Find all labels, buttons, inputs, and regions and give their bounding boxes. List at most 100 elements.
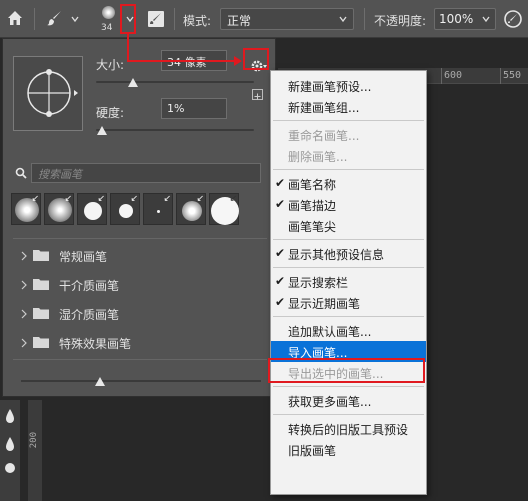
ruler-label: 550 xyxy=(503,70,522,81)
menu-item[interactable]: ✔ 显示其他预设信息 xyxy=(271,243,426,264)
divider xyxy=(364,8,365,30)
hardness-label: 硬度: xyxy=(96,106,125,120)
vertical-ruler: 200 xyxy=(28,400,42,501)
brush-preset-picker[interactable]: 34 xyxy=(97,2,121,36)
menu-item[interactable]: 转换后的旧版工具预设 xyxy=(271,418,426,439)
recent-brush[interactable]: ↙ xyxy=(11,193,41,225)
blur-tool-icon[interactable] xyxy=(3,408,17,427)
brush-size-readout: 34 xyxy=(101,23,113,33)
size-slider[interactable] xyxy=(96,78,254,87)
mode-label: 模式: xyxy=(183,14,212,28)
menu-item-label: 转换后的旧版工具预设 xyxy=(288,423,409,437)
chevron-right-icon[interactable] xyxy=(20,337,28,348)
menu-item[interactable]: ✔ 画笔名称 xyxy=(271,173,426,194)
menu-item-label: 重命名画笔... xyxy=(288,129,360,143)
folder-row[interactable]: 湿介质画笔 xyxy=(13,299,267,328)
chevron-right-icon[interactable] xyxy=(20,279,28,290)
menu-item-label: 画笔笔尖 xyxy=(288,220,337,234)
menu-separator xyxy=(273,316,424,317)
check-icon: ✔ xyxy=(275,197,286,211)
opacity-field[interactable]: 100% xyxy=(434,8,496,30)
brush-preset-panel: 大小: 34 像素 硬度: 1% 搜索画笔 ↙ ↙ ↙ ↙ ↙ ↙ ↙ 常规画笔… xyxy=(2,38,276,397)
ruler-label: 600 xyxy=(444,70,463,81)
sponge-tool-icon[interactable] xyxy=(4,462,16,477)
mode-select[interactable]: 正常 xyxy=(220,8,354,30)
folder-row[interactable]: 常规画笔 xyxy=(13,241,267,270)
size-label: 大小: xyxy=(96,58,125,72)
dodge-tool-icon[interactable] xyxy=(3,436,17,455)
brush-panel-menu: 新建画笔预设... 新建画笔组... 重命名画笔... 删除画笔... ✔ 画笔名称 ✔ 画笔… xyxy=(270,70,427,495)
divider xyxy=(174,8,175,30)
hardness-field[interactable]: 1% xyxy=(161,98,227,119)
annotation-highlight-chevron xyxy=(120,4,136,34)
chevron-right-icon[interactable] xyxy=(20,250,28,261)
menu-item-label: 新建画笔预设... xyxy=(288,80,372,94)
thumbnail-size-thumb[interactable] xyxy=(95,377,105,386)
brush-tip-thumbnail xyxy=(102,6,115,19)
pressure-opacity-icon[interactable] xyxy=(503,9,523,29)
size-value: 34 像素 xyxy=(167,56,207,69)
folder-name: 常规画笔 xyxy=(59,250,108,264)
recent-brush[interactable]: ↙ xyxy=(143,193,173,225)
new-group-icon[interactable] xyxy=(252,89,263,100)
folder-icon xyxy=(33,249,49,261)
home-icon[interactable] xyxy=(6,9,24,27)
menu-item[interactable]: 旧版画笔 xyxy=(271,439,426,460)
search-placeholder: 搜索画笔 xyxy=(38,168,82,181)
ruler-label: 200 xyxy=(29,432,39,449)
menu-item[interactable]: 画笔笔尖 xyxy=(271,215,426,236)
thumbnail-size-slider[interactable] xyxy=(21,377,261,386)
menu-item[interactable]: 新建画笔组... xyxy=(271,96,426,117)
toolbar-strip xyxy=(0,400,20,501)
menu-item-label: 画笔名称 xyxy=(288,178,337,192)
check-icon: ✔ xyxy=(275,176,286,190)
divider xyxy=(34,8,35,30)
menu-item[interactable]: 获取更多画笔... xyxy=(271,390,426,411)
chevron-right-icon[interactable] xyxy=(20,308,28,319)
search-input[interactable]: 搜索画笔 xyxy=(31,163,261,183)
hardness-slider-thumb[interactable] xyxy=(97,126,107,135)
brush-settings-panel-icon[interactable] xyxy=(146,9,166,29)
menu-item-label: 画笔描边 xyxy=(288,199,337,213)
menu-item-label: 显示近期画笔 xyxy=(288,297,361,311)
recent-brush[interactable]: ↙ xyxy=(110,193,140,225)
chevron-down-icon xyxy=(338,14,348,24)
folder-icon xyxy=(33,278,49,290)
size-slider-thumb[interactable] xyxy=(128,78,138,87)
recent-brush[interactable]: ↙ xyxy=(209,193,239,225)
menu-item[interactable]: ✔ 显示搜索栏 xyxy=(271,271,426,292)
brush-tool-icon[interactable] xyxy=(45,9,63,27)
menu-separator xyxy=(273,414,424,415)
menu-separator xyxy=(273,386,424,387)
menu-item-label: 删除画笔... xyxy=(288,150,348,164)
tool-preset-chevron-icon[interactable] xyxy=(70,14,80,24)
menu-item-label: 旧版画笔 xyxy=(288,444,337,458)
folder-name: 湿介质画笔 xyxy=(59,308,120,322)
brush-angle-preview[interactable] xyxy=(13,56,83,131)
hardness-slider[interactable] xyxy=(96,126,254,135)
menu-item-label: 追加默认画笔... xyxy=(288,325,372,339)
recent-brush[interactable]: ↙ xyxy=(44,193,74,225)
folder-row[interactable]: 特殊效果画笔 xyxy=(13,328,267,357)
menu-item[interactable]: 追加默认画笔... xyxy=(271,320,426,341)
brush-folder-list: 常规画笔 干介质画笔 湿介质画笔 特殊效果画笔 xyxy=(13,238,267,360)
menu-item[interactable]: ✔ 画笔描边 xyxy=(271,194,426,215)
menu-item[interactable]: 新建画笔预设... xyxy=(271,75,426,96)
folder-row[interactable]: 干介质画笔 xyxy=(13,270,267,299)
options-bar: 34 模式: 正常 不透明度: 100% xyxy=(0,0,528,38)
menu-separator xyxy=(273,120,424,121)
menu-item-label: 新建画笔组... xyxy=(288,101,360,115)
search-icon xyxy=(15,167,27,182)
menu-item[interactable]: ✔ 显示近期画笔 xyxy=(271,292,426,313)
annotation-highlight-import xyxy=(268,358,425,383)
folder-name: 特殊效果画笔 xyxy=(59,337,132,351)
opacity-value: 100% xyxy=(439,12,474,26)
recent-brush[interactable]: ↙ xyxy=(176,193,206,225)
hardness-value: 1% xyxy=(167,102,185,115)
folder-icon xyxy=(33,307,49,319)
chevron-down-icon[interactable] xyxy=(481,14,491,24)
recent-brushes: ↙ ↙ ↙ ↙ ↙ ↙ ↙ xyxy=(11,193,239,227)
menu-separator xyxy=(273,169,424,170)
recent-brush[interactable]: ↙ xyxy=(77,193,107,225)
menu-item-label: 显示搜索栏 xyxy=(288,276,349,290)
